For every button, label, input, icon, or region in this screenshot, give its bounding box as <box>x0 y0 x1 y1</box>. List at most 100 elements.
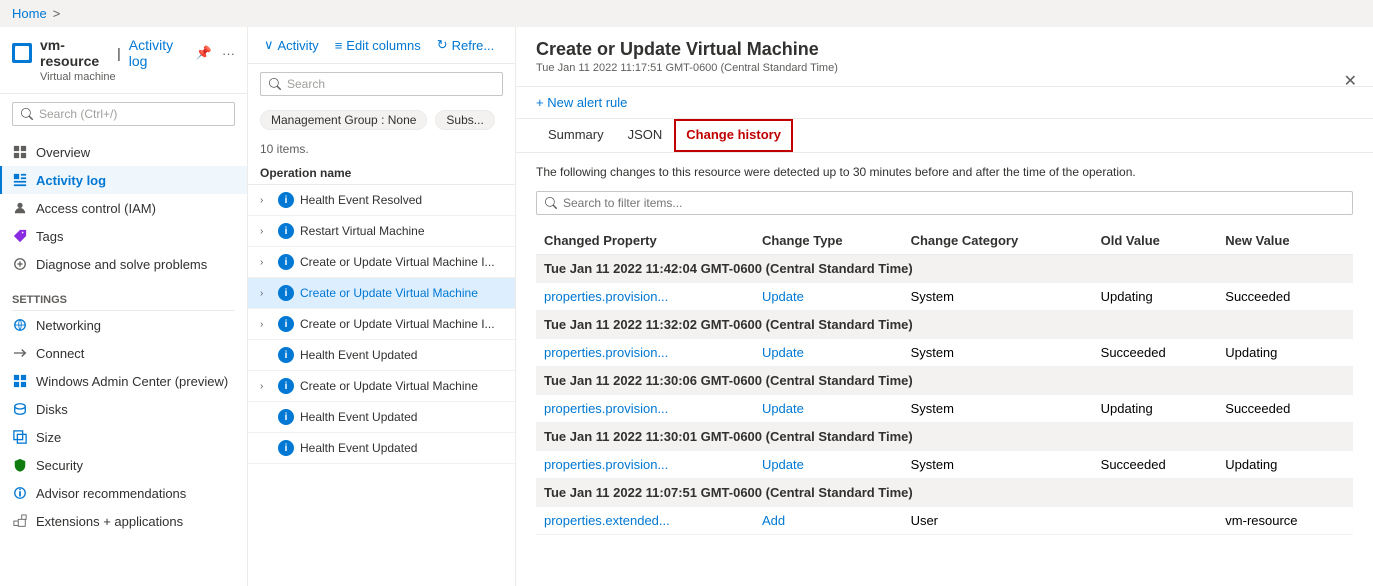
list-item[interactable]: i Health Event Updated <box>248 402 515 433</box>
sidebar-item-extensions[interactable]: Extensions + applications <box>0 507 247 535</box>
tags-icon <box>12 228 28 244</box>
new-value: Updating <box>1217 451 1353 479</box>
advisor-icon <box>12 485 28 501</box>
activity-log-label: Activity log <box>36 173 106 188</box>
table-group-row: Tue Jan 11 2022 11:30:01 GMT-0600 (Centr… <box>536 423 1353 451</box>
table-group-row: Tue Jan 11 2022 11:32:02 GMT-0600 (Centr… <box>536 311 1353 339</box>
windows-icon <box>12 373 28 389</box>
pin-icon[interactable]: 📌 <box>196 45 212 61</box>
list-item[interactable]: › i Health Event Resolved <box>248 185 515 216</box>
property-link[interactable]: properties.extended... <box>544 513 670 528</box>
refresh-button[interactable]: ↻ Refre... <box>433 35 499 55</box>
table-row: properties.extended... Add User vm-resou… <box>536 507 1353 535</box>
col-changed-property: Changed Property <box>536 227 754 255</box>
breadcrumb-home[interactable]: Home <box>12 6 47 21</box>
tab-json[interactable]: JSON <box>616 119 675 152</box>
list-item[interactable]: › i Create or Update Virtual Machine <box>248 371 515 402</box>
breadcrumb: Home > <box>0 0 1373 27</box>
property-link[interactable]: properties.provision... <box>544 289 668 304</box>
info-icon: i <box>278 440 294 456</box>
info-icon: i <box>278 254 294 270</box>
list-item[interactable]: › i Create or Update Virtual Machine <box>248 278 515 309</box>
networking-label: Networking <box>36 318 101 333</box>
settings-section: Settings Networking Connect Windows Admi… <box>0 282 247 539</box>
sidebar-search-box[interactable]: Search (Ctrl+/) <box>0 94 247 134</box>
edit-columns-label: Edit columns <box>346 38 420 53</box>
change-type: Update <box>762 289 804 304</box>
center-search[interactable]: Search <box>248 64 515 104</box>
search-icon <box>545 197 557 209</box>
list-item[interactable]: › i Create or Update Virtual Machine I..… <box>248 309 515 340</box>
panel-title: Create or Update Virtual Machine <box>536 39 1353 60</box>
old-value: Succeeded <box>1093 451 1218 479</box>
new-value: Succeeded <box>1217 395 1353 423</box>
sidebar-item-windows-admin[interactable]: Windows Admin Center (preview) <box>0 367 247 395</box>
sidebar: vm-resource | Activity log 📌 ··· Virtual… <box>0 27 248 586</box>
sidebar-item-size[interactable]: Size <box>0 423 247 451</box>
sidebar-item-tags[interactable]: Tags <box>0 222 247 250</box>
list-item[interactable]: i Health Event Updated <box>248 433 515 464</box>
close-button[interactable]: ✕ <box>1344 71 1357 91</box>
chevron-down-icon: ∨ <box>264 37 274 53</box>
property-link[interactable]: properties.provision... <box>544 401 668 416</box>
sidebar-item-security[interactable]: Security <box>0 451 247 479</box>
overview-icon <box>12 144 28 160</box>
more-icon[interactable]: ··· <box>222 46 235 61</box>
filter-subs[interactable]: Subs... <box>435 110 494 130</box>
sidebar-item-disks[interactable]: Disks <box>0 395 247 423</box>
sidebar-item-networking[interactable]: Networking <box>0 311 247 339</box>
list-item[interactable]: › i Restart Virtual Machine <box>248 216 515 247</box>
search-placeholder: Search (Ctrl+/) <box>39 107 117 121</box>
sidebar-item-advisor[interactable]: Advisor recommendations <box>0 479 247 507</box>
old-value: Updating <box>1093 395 1218 423</box>
refresh-icon: ↻ <box>437 37 448 53</box>
table-group-row: Tue Jan 11 2022 11:42:04 GMT-0600 (Centr… <box>536 255 1353 283</box>
activity-button[interactable]: ∨ Activity <box>260 35 323 55</box>
refresh-label: Refre... <box>452 38 495 53</box>
property-link[interactable]: properties.provision... <box>544 457 668 472</box>
expand-icon: › <box>260 226 272 237</box>
center-panel: ∨ Activity ≡ Edit columns ↻ Refre... Sea… <box>248 27 516 586</box>
filter-mgmt-group[interactable]: Management Group : None <box>260 110 427 130</box>
resource-type: Virtual machine <box>12 71 235 83</box>
list-item[interactable]: › i Create or Update Virtual Machine I..… <box>248 247 515 278</box>
settings-section-label: Settings <box>0 286 247 310</box>
size-label: Size <box>36 430 61 445</box>
tab-change-history[interactable]: Change history <box>674 119 793 152</box>
disks-label: Disks <box>36 402 68 417</box>
sidebar-item-activity-log[interactable]: Activity log <box>0 166 247 194</box>
filter-input[interactable] <box>563 196 1344 210</box>
center-search-placeholder: Search <box>287 77 325 91</box>
windows-admin-label: Windows Admin Center (preview) <box>36 374 228 389</box>
new-value: Updating <box>1217 339 1353 367</box>
changes-table: Changed Property Change Type Change Cate… <box>536 227 1353 535</box>
activity-log-icon <box>12 172 28 188</box>
diagnose-label: Diagnose and solve problems <box>36 257 207 272</box>
sidebar-item-overview[interactable]: Overview <box>0 138 247 166</box>
connect-label: Connect <box>36 346 84 361</box>
old-value: Succeeded <box>1093 339 1218 367</box>
change-type: Add <box>762 513 785 528</box>
filter-search-box[interactable] <box>536 191 1353 215</box>
list-item[interactable]: i Health Event Updated <box>248 340 515 371</box>
nav-section: Overview Activity log Access control (IA… <box>0 134 247 282</box>
item-label: Health Event Updated <box>300 410 417 424</box>
sidebar-item-diagnose[interactable]: Diagnose and solve problems <box>0 250 247 278</box>
sidebar-item-connect[interactable]: Connect <box>0 339 247 367</box>
edit-columns-button[interactable]: ≡ Edit columns <box>331 36 425 55</box>
columns-icon: ≡ <box>335 38 343 53</box>
connect-icon <box>12 345 28 361</box>
new-value: Succeeded <box>1217 283 1353 311</box>
sidebar-item-access-control[interactable]: Access control (IAM) <box>0 194 247 222</box>
page-title: Activity log <box>129 37 184 69</box>
expand-icon: › <box>260 288 272 299</box>
item-label: Create or Update Virtual Machine I... <box>300 317 495 331</box>
info-icon: i <box>278 409 294 425</box>
tab-summary[interactable]: Summary <box>536 119 616 152</box>
property-link[interactable]: properties.provision... <box>544 345 668 360</box>
old-value: Updating <box>1093 283 1218 311</box>
old-value <box>1093 507 1218 535</box>
panel-tabs: Summary JSON Change history <box>516 119 1373 153</box>
info-icon: i <box>278 285 294 301</box>
new-alert-button[interactable]: + New alert rule <box>536 95 1353 110</box>
